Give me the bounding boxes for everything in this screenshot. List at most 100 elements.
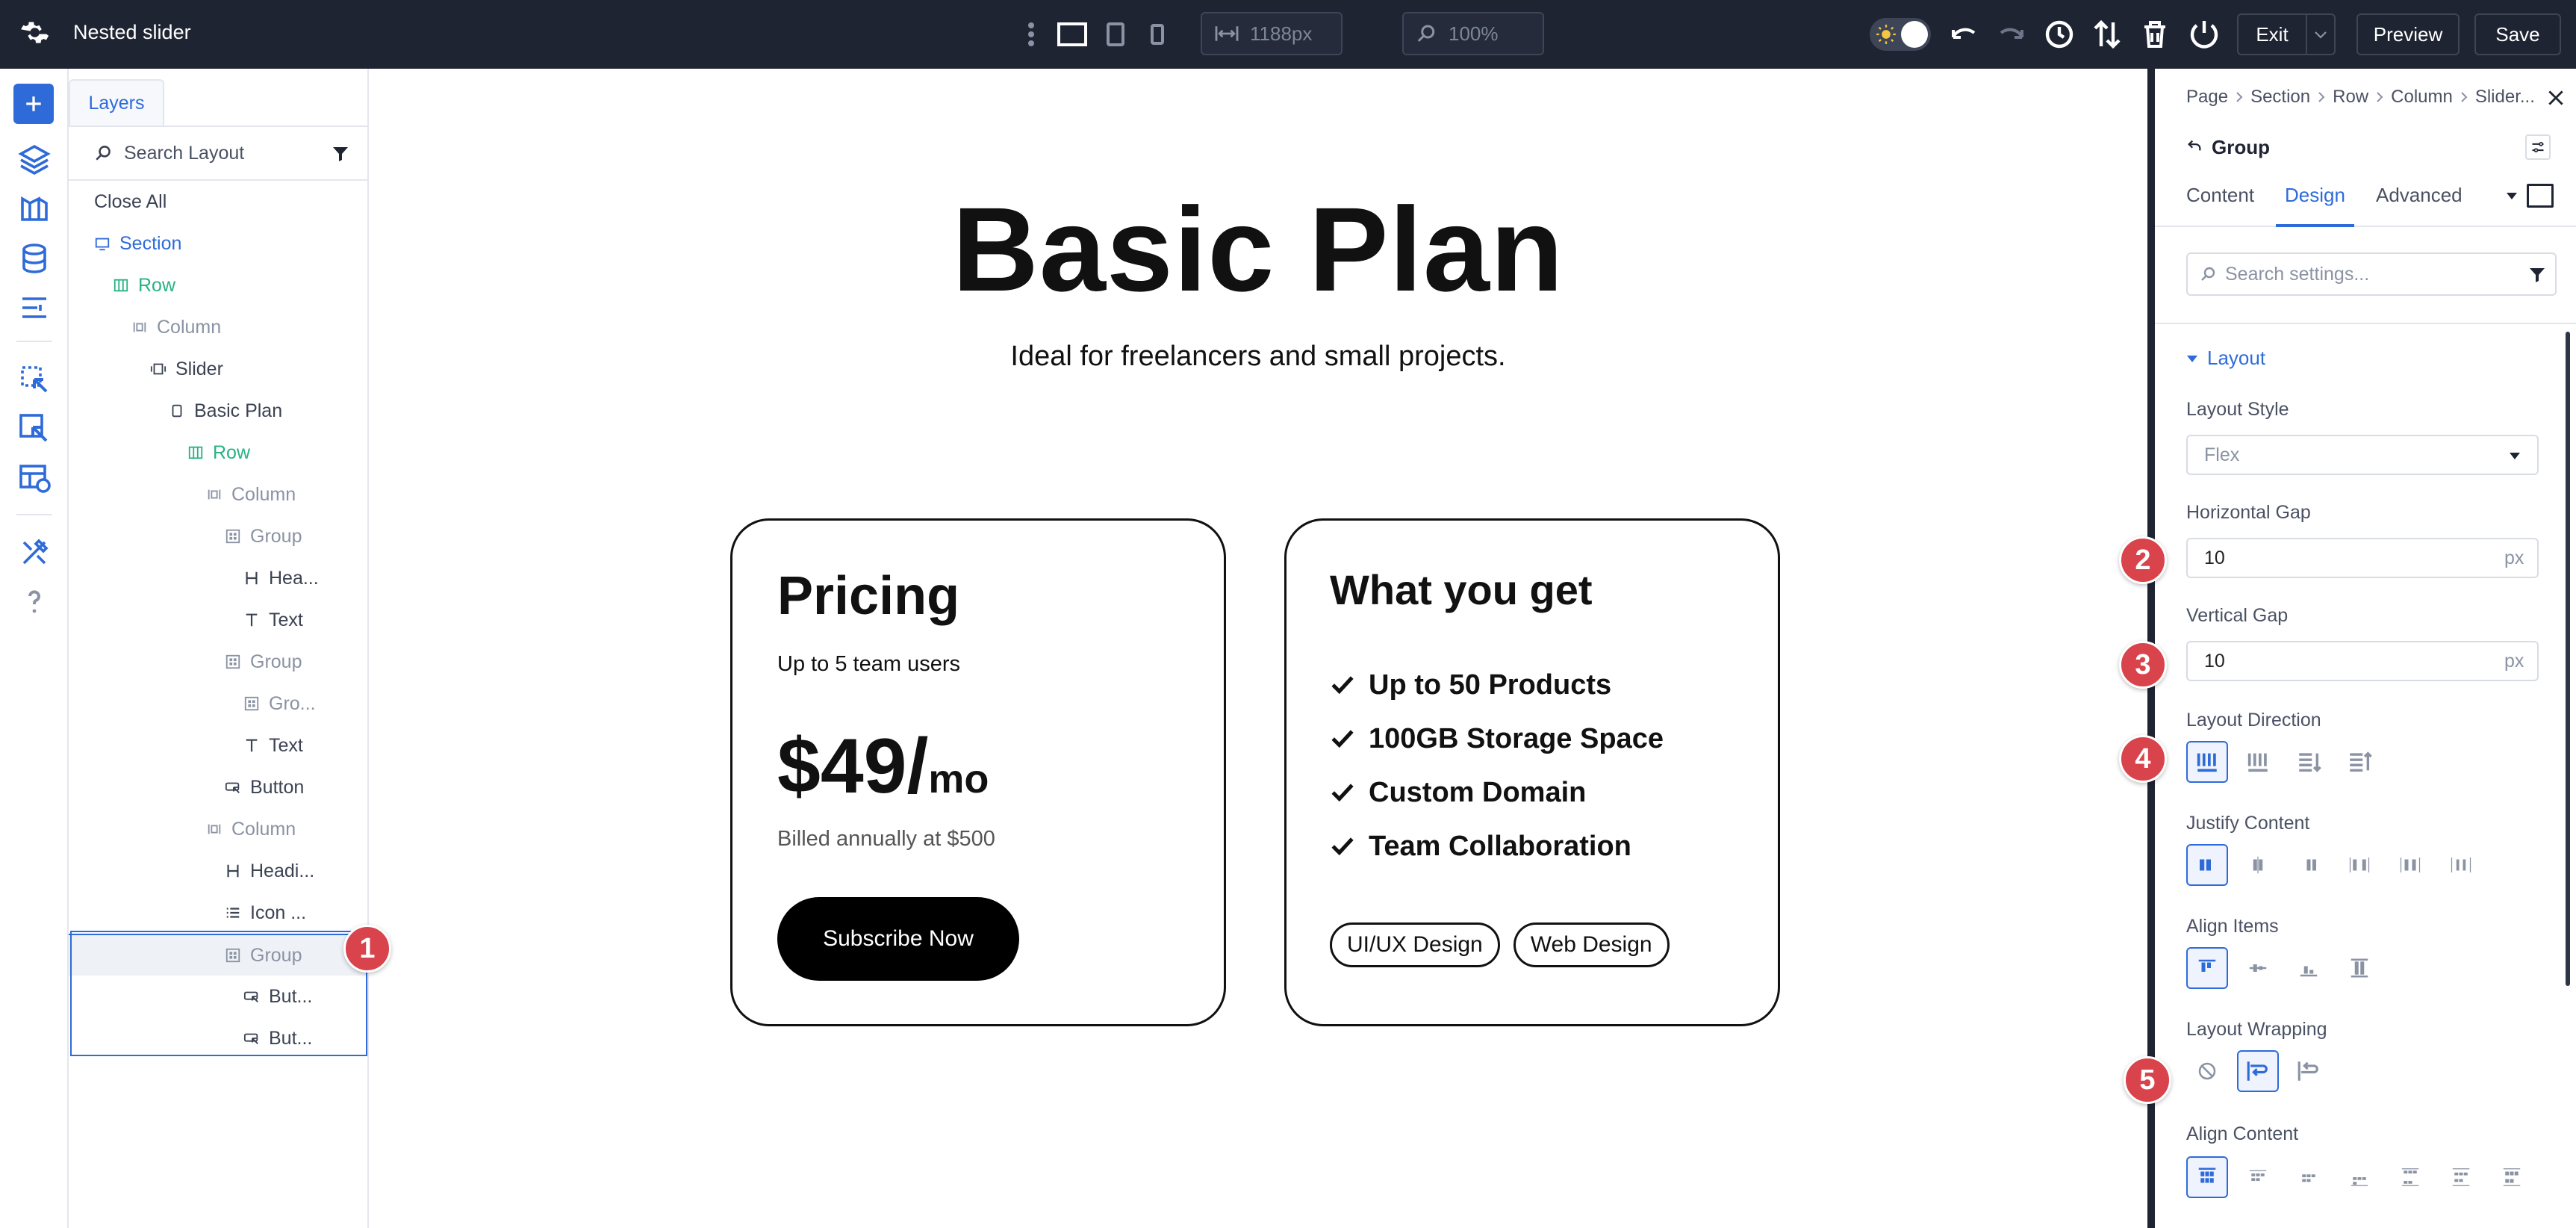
tools-icon[interactable] [16,535,52,571]
layer-item[interactable]: Column [69,306,369,348]
layer-item[interactable]: Headi... [69,850,369,892]
align-content-start-button[interactable] [2186,1156,2228,1198]
wrap-button[interactable] [2237,1050,2279,1092]
back-arrow-icon[interactable] [2186,137,2203,154]
caret-down-icon[interactable] [2506,191,2518,200]
tag-group[interactable]: UI/UX Design Web Design [1330,922,1670,967]
direction-row-reverse-button[interactable] [2237,741,2279,783]
layer-item[interactable]: Text [69,725,369,766]
pricing-users[interactable]: Up to 5 team users [777,652,960,677]
breadcrumb-item[interactable]: Row [2333,87,2368,108]
pricing-price[interactable]: $49/mo [777,722,989,811]
hover-edit-icon[interactable] [16,411,52,447]
desktop-view-icon[interactable] [1054,16,1090,52]
layer-item[interactable]: But... [69,976,369,1017]
layout-section-toggle[interactable]: Layout [2186,347,2265,370]
justify-end-button[interactable] [2288,844,2330,886]
nowrap-button[interactable] [2186,1050,2228,1092]
pricing-card[interactable]: Pricing Up to 5 team users $49/mo Billed… [730,518,1226,1026]
tab-content[interactable]: Content [2186,184,2254,207]
exit-button[interactable]: Exit [2237,13,2306,55]
page-settings-icon[interactable] [16,290,52,326]
power-icon[interactable] [2186,16,2222,52]
justify-space-between-button[interactable] [2339,844,2380,886]
builder-canvas[interactable]: Basic Plan Ideal for freelancers and sma… [369,69,2147,1228]
vertical-gap-input[interactable]: 10 px [2186,641,2539,681]
templates-icon[interactable] [16,460,52,496]
layer-item[interactable]: Group [69,641,369,683]
align-stretch-button[interactable] [2339,947,2380,989]
layer-item[interactable]: Slider [69,348,369,390]
layer-item[interactable]: Row [69,432,369,474]
theme-toggle[interactable] [1870,18,1931,51]
settings-gear-icon[interactable] [16,16,52,52]
canvas-width-field[interactable]: 1188px [1201,12,1343,55]
layer-item[interactable]: Group [69,934,369,976]
phone-view-icon[interactable] [1139,16,1175,52]
layer-item[interactable]: Text [69,599,369,641]
presets-icon[interactable] [2525,134,2551,160]
trash-icon[interactable] [2137,16,2173,52]
layer-item[interactable]: Button [69,766,369,808]
layer-item[interactable]: Basic Plan [69,390,369,432]
layer-item[interactable]: Hea... [69,557,369,599]
layer-item[interactable]: Section [69,223,369,264]
features-card[interactable]: What you get Up to 50 Products 100GB Sto… [1284,518,1780,1026]
tag-button[interactable]: UI/UX Design [1330,922,1500,967]
database-icon[interactable] [16,241,52,276]
layer-item[interactable]: Row [69,264,369,306]
zoom-field[interactable]: 100% [1402,12,1544,55]
element-frame-icon[interactable] [2527,184,2554,208]
tab-layers[interactable]: Layers [69,79,164,125]
sort-arrows-icon[interactable] [2089,16,2125,52]
save-button[interactable]: Save [2474,13,2561,55]
direction-column-button[interactable] [2288,741,2330,783]
close-all-button[interactable]: Close All [69,181,369,223]
layers-search-input[interactable]: Search Layout [69,127,369,181]
direction-row-button[interactable] [2186,741,2228,783]
justify-space-around-button[interactable] [2389,844,2431,886]
justify-center-button[interactable] [2237,844,2279,886]
horizontal-gap-input[interactable]: 10 px [2186,538,2539,578]
redo-icon[interactable] [1994,16,2029,52]
settings-scrollbar[interactable] [2566,332,2570,986]
plan-subheading[interactable]: Ideal for freelancers and small projects… [369,341,2147,373]
filter-icon[interactable] [2528,266,2546,284]
wrap-reverse-button[interactable] [2288,1050,2330,1092]
theme-builder-icon[interactable] [16,191,52,227]
align-center-button[interactable] [2237,947,2279,989]
responsive-edit-icon[interactable] [16,362,52,397]
exit-dropdown-button[interactable] [2306,13,2336,55]
more-vertical-icon[interactable] [1020,16,1042,52]
tablet-view-icon[interactable] [1098,16,1133,52]
layer-item[interactable]: Icon ... [69,892,369,934]
layer-item[interactable]: Column [69,808,369,850]
layer-item[interactable]: Column [69,474,369,515]
history-icon[interactable] [2041,16,2077,52]
subscribe-button[interactable]: Subscribe Now [777,897,1019,981]
align-content-option-button[interactable] [2339,1156,2380,1198]
undo-icon[interactable] [1946,16,1982,52]
align-content-option-button[interactable] [2491,1156,2533,1198]
layers-icon[interactable] [16,142,52,178]
breadcrumb-item[interactable]: Section [2250,87,2310,108]
layer-item[interactable]: Group [69,515,369,557]
layout-style-select[interactable]: Flex [2186,435,2539,475]
layer-item[interactable]: But... [69,1017,369,1059]
filter-icon[interactable] [332,145,349,163]
breadcrumb-item[interactable]: Slider... [2475,87,2535,108]
align-content-option-button[interactable] [2389,1156,2431,1198]
pricing-billed[interactable]: Billed annually at $500 [777,827,995,852]
close-panel-icon[interactable] [2546,88,2566,108]
feature-list[interactable]: Up to 50 Products 100GB Storage Space Cu… [1330,658,1664,873]
breadcrumb-item[interactable]: Column [2391,87,2453,108]
pricing-title[interactable]: Pricing [777,565,959,627]
plan-heading[interactable]: Basic Plan [369,181,2147,318]
align-content-option-button[interactable] [2440,1156,2482,1198]
breadcrumb-item[interactable]: Page [2186,87,2228,108]
align-end-button[interactable] [2288,947,2330,989]
preview-button[interactable]: Preview [2356,13,2460,55]
help-icon[interactable] [16,584,52,620]
layer-item[interactable]: Gro... [69,683,369,725]
settings-search-input[interactable]: Search settings... [2186,252,2557,296]
